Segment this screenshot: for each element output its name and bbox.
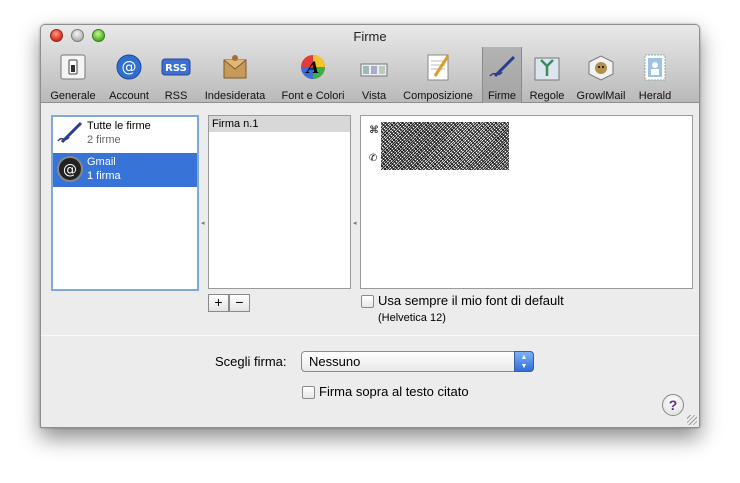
preferences-toolbar: Generale @ Account RSS RSS Indesiderata … [41,47,699,103]
font-colors-icon: A [298,52,328,82]
remove-signature-button[interactable]: − [229,294,250,312]
view-icon [359,52,389,82]
account-item-all[interactable]: Tutte le firme 2 firme [53,117,197,151]
add-signature-button[interactable]: + [208,294,229,312]
junk-mail-icon [220,52,250,82]
choose-signature-label: Scegli firma: [215,354,287,369]
rss-glyph: RSS [165,63,187,74]
tab-generale[interactable]: Generale [47,47,99,103]
preferences-window: Firme Generale @ Account RSS RSS Indesid… [40,24,700,428]
tab-vista[interactable]: Vista [354,47,394,103]
split-handle[interactable]: ◂ [353,219,358,227]
help-button[interactable]: ? [662,394,684,416]
tab-account[interactable]: @ Account [103,47,155,103]
default-font-value: (Helvetica 12) [378,312,446,324]
resize-grip-icon[interactable] [687,415,697,425]
at-sign-icon: @ [114,52,144,82]
tab-growlmail[interactable]: GrowlMail [572,47,630,103]
rules-icon [532,52,562,82]
accounts-list[interactable]: Tutte le firme 2 firme @ Gmail 1 firma [51,115,199,291]
signature-pen-icon [56,119,84,147]
tab-herald[interactable]: Herald [635,47,675,103]
tab-composizione[interactable]: Composizione [398,47,478,103]
default-font-label: Usa sempre il mio font di default [378,293,564,308]
tab-rss[interactable]: RSS RSS [158,47,194,103]
tab-font-colori[interactable]: A Font e Colori [277,47,349,103]
choose-signature-popup[interactable]: Nessuno ▲ ▼ [301,351,534,372]
choose-signature-value: Nessuno [309,354,361,369]
herald-stamp-icon [640,52,670,82]
compose-icon [423,52,453,82]
svg-text:@: @ [122,58,137,76]
phone-symbol: ✆ [369,153,378,164]
account-item-gmail[interactable]: @ Gmail 1 firma [53,153,197,187]
command-symbol: ⌘ [369,125,379,136]
window-title: Firme [353,29,387,44]
tab-indesiderata[interactable]: Indesiderata [199,47,271,103]
font-glyph: A [305,58,319,77]
growl-icon [586,52,616,82]
signature-pen-icon [487,52,517,82]
above-quote-label: Firma sopra al testo citato [319,384,469,399]
switch-icon [58,52,88,82]
at-sign-icon: @ [56,155,84,183]
signatures-list[interactable]: Firma n.1 [208,115,351,289]
divider [41,335,699,336]
rss-icon: RSS [161,52,191,82]
svg-text:@: @ [63,162,77,178]
signature-item[interactable]: Firma n.1 [209,116,350,132]
default-font-checkbox[interactable] [361,295,374,308]
redacted-signature-text [381,122,509,170]
above-quote-checkbox[interactable] [302,386,315,399]
title-bar: Firme Generale @ Account RSS RSS Indesid… [41,25,699,103]
signature-editor[interactable]: ⌘ ✆ [360,115,693,289]
split-handle[interactable]: ◂ [201,219,206,227]
tab-firme[interactable]: Firme [482,47,522,103]
tab-regole[interactable]: Regole [525,47,569,103]
chevron-updown-icon: ▲ ▼ [514,351,534,372]
